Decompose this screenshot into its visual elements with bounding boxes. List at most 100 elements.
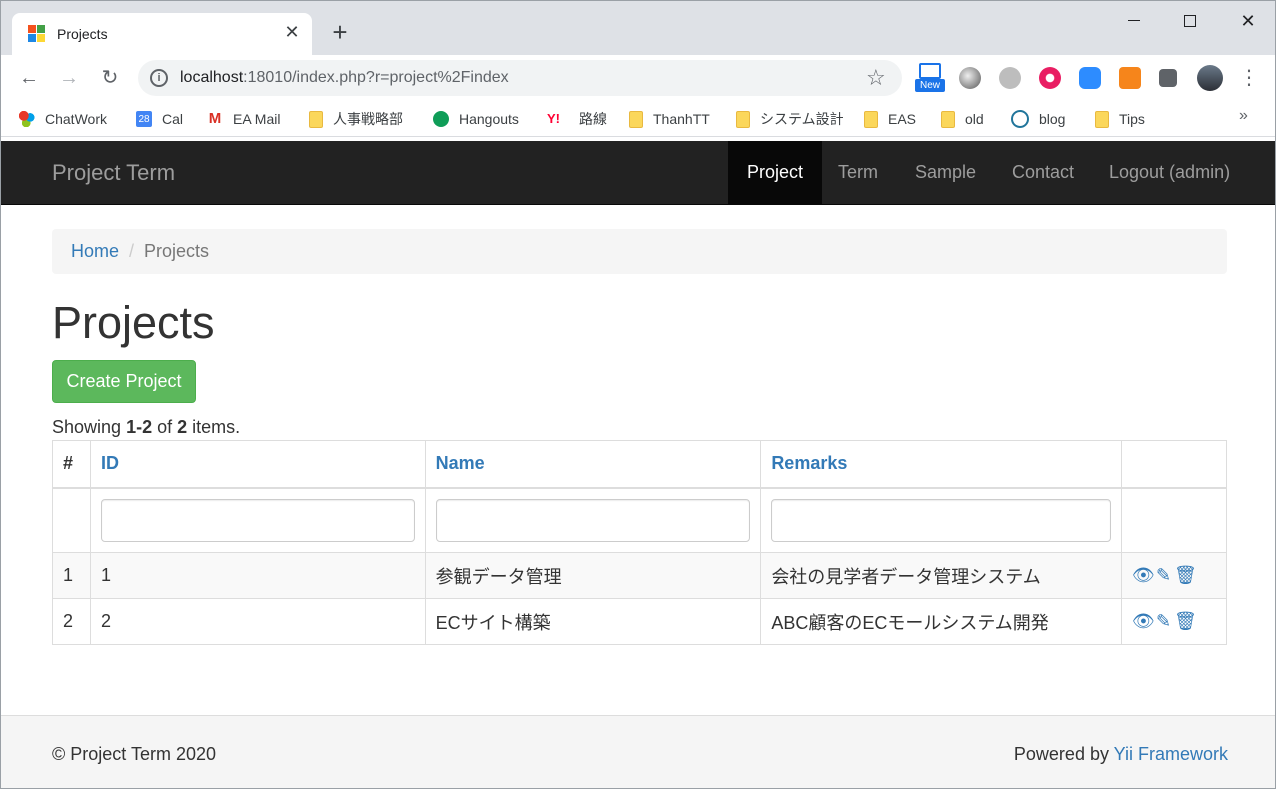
url-path: :18010/index.php?r=project%2Findex [243, 69, 509, 86]
summary-middle: of [152, 417, 178, 437]
header-actions [1121, 440, 1227, 489]
tab-close-icon[interactable]: ✕ [282, 22, 302, 42]
minimize-icon[interactable] [1111, 7, 1157, 35]
bookmark-label: old [965, 111, 984, 127]
extensions-puzzle-icon[interactable] [1159, 69, 1177, 87]
view-eye-icon[interactable]: 👁 [1132, 611, 1155, 632]
folder-icon [629, 110, 643, 128]
profile-avatar[interactable] [1197, 65, 1223, 91]
bookmark-label: システム設計 [760, 111, 844, 127]
sort-name-link[interactable]: Name [436, 453, 485, 473]
bookmark-yahoo-route[interactable]: Y! 路線 [547, 108, 607, 130]
filter-id-input[interactable] [100, 498, 415, 542]
cell-id: 1 [89, 552, 426, 599]
nav-term[interactable]: Term [819, 141, 897, 204]
cell-remarks: ABC顧客のECモールシステム開発 [760, 598, 1122, 645]
bookmark-label: ChatWork [45, 111, 107, 127]
site-info-icon[interactable]: i [150, 69, 168, 87]
maximize-icon[interactable] [1167, 7, 1213, 35]
grid-summary: Showing 1-2 of 2 items. [52, 417, 240, 438]
summary-suffix: items. [187, 417, 241, 437]
browser-toolbar: ← → ↻ i localhost:18010/index.php?r=proj… [1, 55, 1275, 101]
header-serial: # [52, 440, 91, 489]
powered-prefix: Powered by [1013, 744, 1114, 764]
back-icon[interactable]: ← [16, 65, 42, 91]
folder-icon [864, 110, 878, 128]
browser-window: Projects ✕ + ✕ ← → ↻ i localhost:18010/i… [0, 0, 1276, 789]
screen-capture-extension-icon[interactable]: New [915, 63, 945, 92]
extension-eye-icon[interactable] [1039, 67, 1061, 89]
calendar-icon: 28 [136, 111, 152, 127]
breadcrumb-home-link[interactable]: Home [71, 241, 119, 261]
bookmark-folder-hr[interactable]: 人事戦略部 [309, 108, 403, 130]
bookmark-ea-mail[interactable]: M EA Mail [207, 108, 281, 130]
bookmark-chatwork[interactable]: ChatWork [19, 108, 107, 130]
bookmark-label: 路線 [579, 111, 607, 127]
bookmark-blog[interactable]: blog [1011, 108, 1065, 130]
folder-icon [941, 110, 955, 128]
cell-serial: 2 [52, 598, 91, 645]
zoom-extension-icon[interactable] [1079, 67, 1101, 89]
filter-remarks-input[interactable] [771, 498, 1111, 542]
view-eye-icon[interactable]: 👁 [1132, 565, 1155, 586]
edit-pencil-icon[interactable]: ✎ [1153, 565, 1174, 586]
new-badge: New [915, 79, 945, 92]
cell-serial: 1 [52, 552, 91, 599]
sort-id-link[interactable]: ID [101, 453, 119, 473]
filter-name-input[interactable] [435, 498, 751, 542]
page-footer: © Project Term 2020 Powered by Yii Frame… [1, 715, 1275, 788]
browser-tab[interactable]: Projects ✕ [12, 13, 312, 55]
wordpress-icon [1011, 110, 1029, 128]
create-project-button[interactable]: Create Project [52, 360, 196, 403]
cell-actions: 👁✎ 🗑 [1121, 598, 1227, 645]
window-close-icon[interactable]: ✕ [1225, 7, 1271, 35]
delete-trash-icon[interactable]: 🗑 [1174, 565, 1197, 586]
app-navbar: Project Term Project Term Sample Contact… [1, 141, 1275, 205]
grid-filter-row [52, 487, 1227, 553]
yii-framework-link[interactable]: Yii Framework [1114, 744, 1228, 764]
forward-icon[interactable]: → [56, 65, 82, 91]
delete-trash-icon[interactable]: 🗑 [1174, 611, 1197, 632]
extension-command-icon[interactable] [999, 67, 1021, 89]
browser-menu-icon[interactable]: ⋮ [1239, 65, 1259, 91]
nav-logout[interactable]: Logout (admin) [1090, 141, 1249, 204]
edit-pencil-icon[interactable]: ✎ [1153, 611, 1174, 632]
new-tab-icon[interactable]: + [327, 19, 353, 45]
bookmark-folder-system[interactable]: システム設計 [736, 108, 844, 130]
bookmark-folder-tips[interactable]: Tips [1095, 108, 1145, 130]
bookmarks-overflow-icon[interactable]: » [1239, 107, 1248, 125]
yii-favicon-icon [28, 25, 46, 43]
address-bar[interactable]: i localhost:18010/index.php?r=project%2F… [138, 60, 902, 96]
summary-total: 2 [177, 417, 188, 437]
footer-powered-by: Powered by Yii Framework [1014, 744, 1228, 765]
bookmark-cal[interactable]: 28 Cal [136, 108, 183, 130]
summary-prefix: Showing [52, 417, 127, 437]
yahoo-icon: Y! [547, 111, 560, 126]
bookmark-folder-eas[interactable]: EAS [864, 108, 916, 130]
sort-remarks-link[interactable]: Remarks [771, 453, 847, 473]
bookmark-label: 人事戦略部 [333, 111, 403, 127]
extension-sphere-icon[interactable] [959, 67, 981, 89]
header-id: ID [89, 440, 426, 489]
nav-sample[interactable]: Sample [896, 141, 995, 204]
brand-link[interactable]: Project Term [52, 160, 175, 186]
bookmark-label: Hangouts [459, 111, 519, 127]
bookmark-hangouts[interactable]: Hangouts [433, 108, 519, 130]
hangouts-icon [433, 111, 449, 127]
filter-cell-empty [52, 487, 91, 553]
bookmark-label: ThanhTT [653, 111, 710, 127]
bookmark-star-icon[interactable]: ☆ [866, 65, 886, 91]
bookmark-folder-thanhtt[interactable]: ThanhTT [629, 108, 710, 130]
nav-contact[interactable]: Contact [993, 141, 1093, 204]
metamask-extension-icon[interactable] [1119, 67, 1141, 89]
folder-icon [1095, 110, 1109, 128]
nav-project[interactable]: Project [728, 141, 823, 204]
table-row: 2 2 ECサイト構築 ABC顧客のECモールシステム開発 👁✎ 🗑 [52, 598, 1227, 645]
cell-actions: 👁✎ 🗑 [1121, 552, 1227, 599]
cell-name: 参観データ管理 [424, 552, 762, 599]
header-name: Name [424, 440, 762, 489]
footer-copyright: © Project Term 2020 [52, 744, 217, 764]
filter-cell-id [89, 487, 426, 553]
bookmark-folder-old[interactable]: old [941, 108, 984, 130]
reload-icon[interactable]: ↻ [97, 65, 123, 91]
